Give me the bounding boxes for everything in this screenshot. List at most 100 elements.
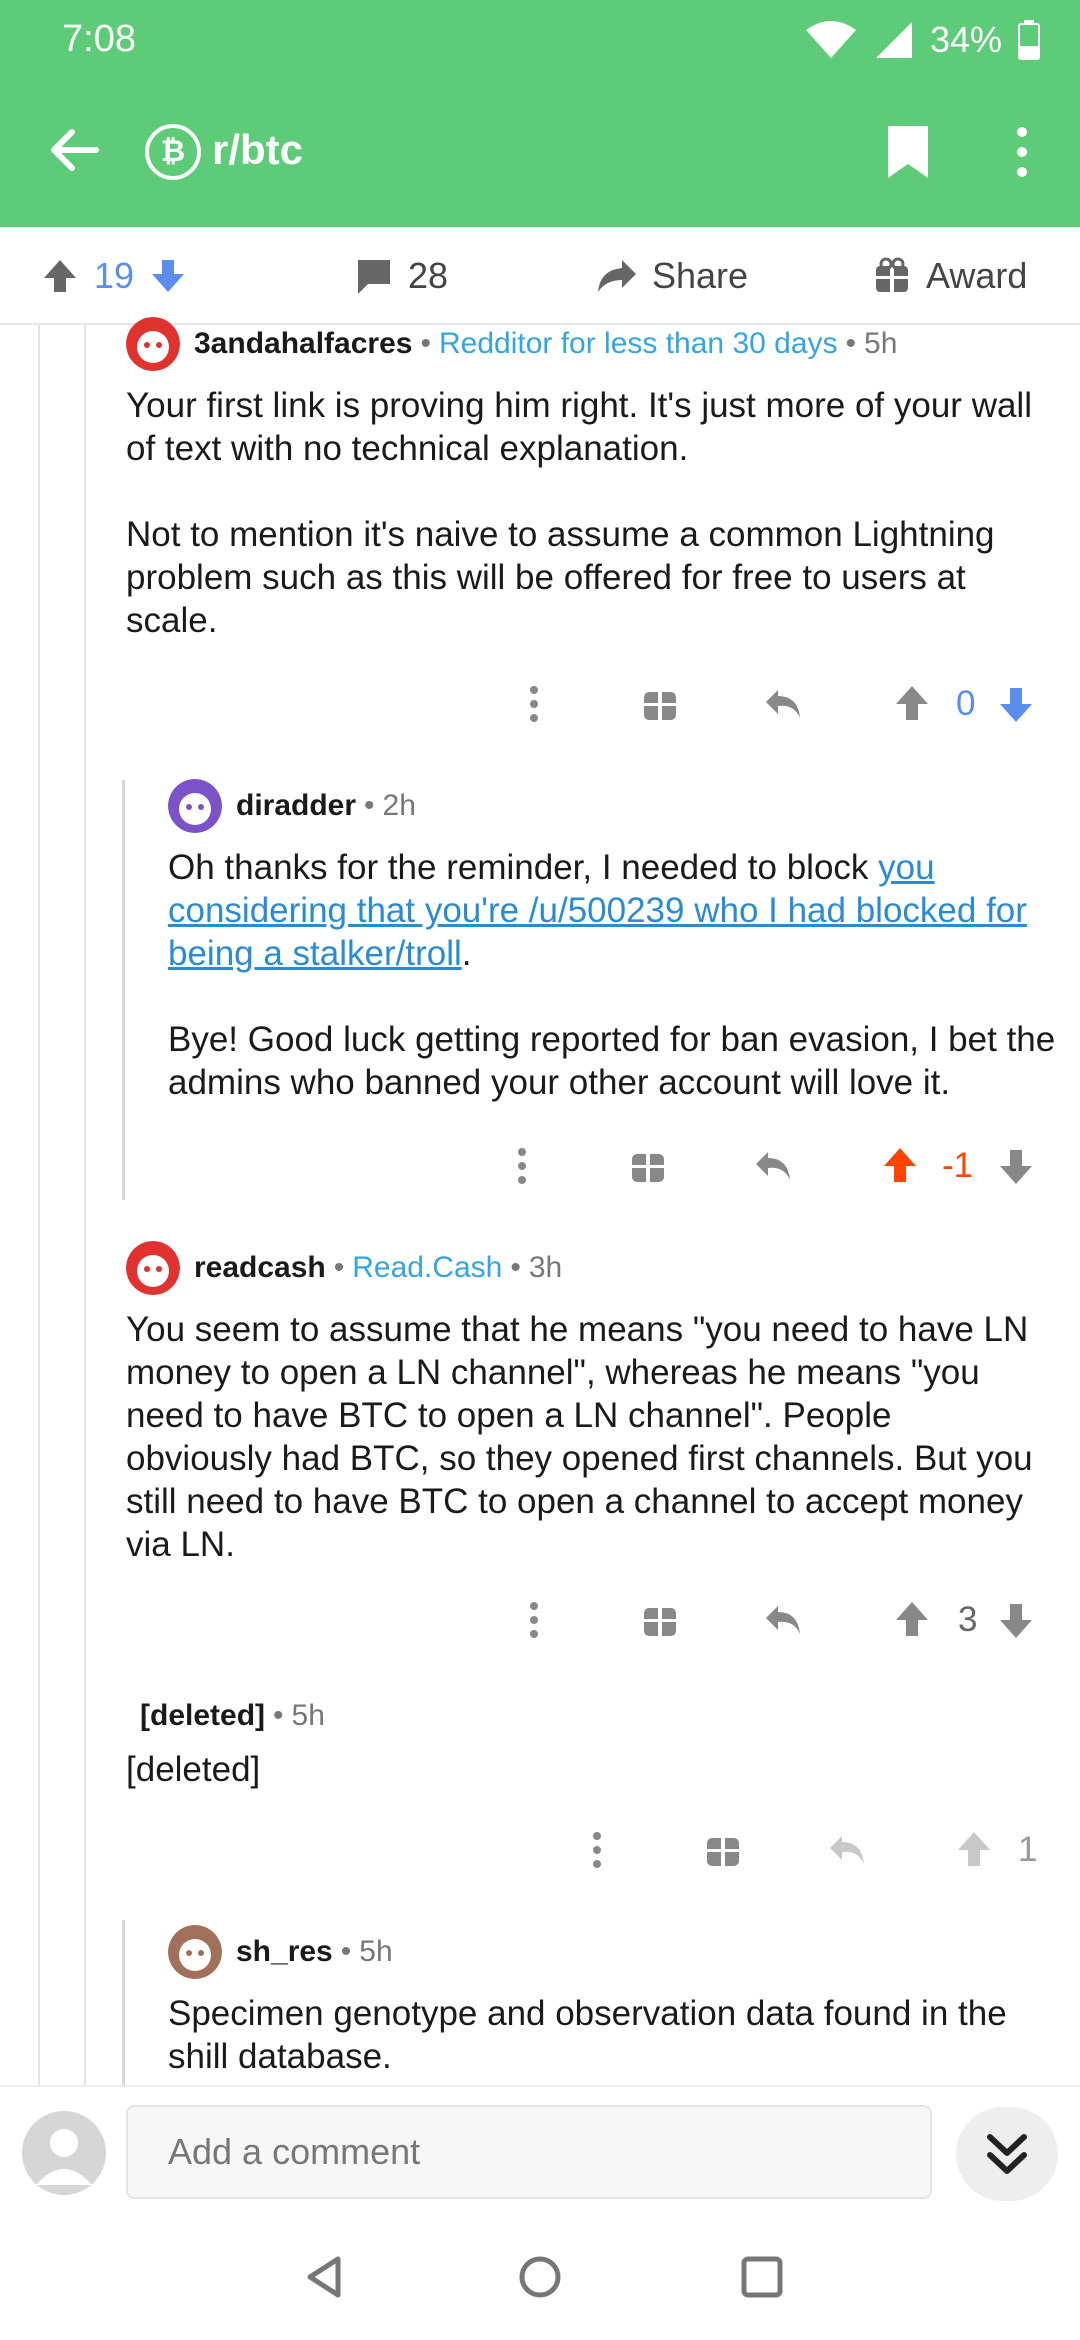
more-options-icon[interactable] bbox=[1006, 122, 1038, 182]
snoo-avatar[interactable] bbox=[168, 779, 222, 833]
comment-body: [deleted] bbox=[126, 1748, 1046, 1791]
comment-header: readcash • Read.Cash • 3h bbox=[126, 1240, 1046, 1296]
comment-author[interactable]: readcash bbox=[194, 1251, 326, 1285]
upvote-icon[interactable] bbox=[894, 674, 930, 734]
user-flair: Redditor for less than 30 days bbox=[438, 327, 838, 360]
snoo-avatar[interactable] bbox=[168, 1925, 222, 1979]
subreddit-title[interactable]: r/btc bbox=[212, 126, 303, 174]
comment-paragraph: Oh thanks for the reminder, I needed to … bbox=[168, 846, 1068, 975]
downvote-icon[interactable] bbox=[998, 1590, 1034, 1650]
gift-icon[interactable] bbox=[630, 1136, 666, 1196]
comment-actions: 0 bbox=[500, 674, 1060, 734]
gift-icon bbox=[876, 257, 908, 292]
comment-age: 3h bbox=[528, 1251, 563, 1284]
double-chevron-down-icon bbox=[987, 2134, 1027, 2174]
comment-paragraph: [deleted] bbox=[126, 1750, 261, 1789]
upvote-icon[interactable] bbox=[894, 1590, 930, 1650]
collapse-button[interactable] bbox=[956, 2107, 1058, 2201]
comment-body: Oh thanks for the reminder, I needed to … bbox=[168, 846, 1068, 1104]
more-options-icon[interactable] bbox=[514, 1136, 530, 1196]
thread-line bbox=[84, 325, 86, 2085]
comment-header: [deleted] • 5h bbox=[126, 1688, 1046, 1744]
snoo-avatar[interactable] bbox=[126, 1241, 180, 1295]
comment-age: 5h bbox=[864, 327, 898, 360]
comment-paragraph: Not to mention it's naive to assume a co… bbox=[126, 515, 995, 640]
comment-author[interactable]: diradder bbox=[236, 789, 356, 823]
comment-body: Your first link is proving him right. It… bbox=[126, 384, 1046, 642]
status-icons: 34% bbox=[804, 16, 1040, 64]
comment-count: 28 bbox=[408, 255, 449, 296]
comment-author[interactable]: sh_res bbox=[236, 1935, 333, 1969]
more-options-icon[interactable] bbox=[526, 674, 542, 734]
award-button[interactable]: Award bbox=[872, 227, 1027, 325]
separator-dot: • bbox=[333, 1251, 345, 1284]
share-label: Share bbox=[652, 255, 749, 296]
comment-actions: 3 bbox=[500, 1590, 1060, 1650]
comments-button[interactable]: 28 bbox=[354, 227, 448, 325]
separator-dot: • bbox=[845, 327, 857, 360]
user-flair: Read.Cash bbox=[352, 1251, 503, 1284]
comment-paragraph: Specimen genotype and observation data f… bbox=[168, 1994, 1007, 2076]
share-icon bbox=[598, 260, 636, 292]
share-button[interactable]: Share bbox=[596, 227, 748, 325]
back-nav-icon[interactable] bbox=[292, 2245, 356, 2309]
comment-age: 5h bbox=[359, 1935, 393, 1968]
home-nav-icon[interactable] bbox=[508, 2245, 572, 2309]
child-thread-line bbox=[122, 1920, 125, 2090]
award-label: Award bbox=[926, 255, 1028, 296]
gift-icon[interactable] bbox=[642, 674, 678, 734]
gift-icon[interactable] bbox=[642, 1590, 678, 1650]
comment-paragraph: Bye! Good luck getting reported for ban … bbox=[168, 1020, 1056, 1102]
gift-icon[interactable] bbox=[705, 1820, 741, 1880]
separator-dot: • bbox=[364, 789, 375, 822]
wifi-icon bbox=[805, 21, 856, 58]
separator-dot: • bbox=[510, 1251, 521, 1284]
comment: sh_res • 5h Specimen genotype and observ… bbox=[168, 1924, 1068, 2078]
comment-age: 5h bbox=[291, 1699, 325, 1732]
downvote-icon[interactable] bbox=[148, 256, 188, 296]
snoo-avatar[interactable] bbox=[126, 317, 180, 371]
user-avatar[interactable] bbox=[22, 2111, 106, 2195]
comment: readcash • Read.Cash • 3h You seem to as… bbox=[126, 1240, 1046, 1566]
comment-score: 1 bbox=[1018, 1830, 1038, 1869]
comment-paragraph: You seem to assume that he means "you ne… bbox=[126, 1310, 1033, 1564]
comment-header: diradder • 2h bbox=[168, 778, 1068, 834]
status-time: 7:08 bbox=[62, 18, 136, 60]
child-thread-line bbox=[122, 780, 125, 1200]
downvote-icon[interactable] bbox=[998, 674, 1034, 734]
more-options-icon[interactable] bbox=[526, 1590, 542, 1650]
comment: [deleted] • 5h [deleted] bbox=[126, 1688, 1046, 1791]
reply-icon[interactable] bbox=[764, 674, 804, 734]
downvote-icon[interactable] bbox=[998, 1136, 1034, 1196]
thread-line bbox=[38, 325, 40, 2085]
comment-text: . bbox=[461, 934, 472, 973]
add-comment-input[interactable]: Add a comment bbox=[126, 2105, 932, 2199]
reply-icon[interactable] bbox=[764, 1590, 804, 1650]
signal-icon bbox=[875, 22, 912, 58]
comment-age: 2h bbox=[382, 789, 416, 822]
upvote-icon[interactable] bbox=[882, 1136, 918, 1196]
upvote-icon bbox=[958, 1832, 990, 1866]
comment-icon bbox=[358, 260, 390, 294]
comment-header: 3andahalfacres • Redditor for less than … bbox=[126, 316, 1046, 372]
recents-nav-icon[interactable] bbox=[730, 2245, 794, 2309]
reply-icon[interactable] bbox=[754, 1136, 794, 1196]
comment-body: Specimen genotype and observation data f… bbox=[168, 1992, 1068, 2078]
comment: diradder • 2h Oh thanks for the reminder… bbox=[168, 778, 1068, 1104]
upvote-icon[interactable] bbox=[40, 256, 80, 296]
vote-count: 19 bbox=[94, 255, 135, 296]
comment-actions: 1 bbox=[560, 1820, 1060, 1880]
back-arrow-icon[interactable] bbox=[44, 120, 104, 180]
separator-dot: • bbox=[420, 327, 431, 360]
separator-dot: • bbox=[273, 1699, 284, 1732]
bookmark-icon[interactable] bbox=[886, 124, 930, 180]
reply-icon bbox=[830, 1836, 864, 1864]
bitcoin-icon: ₿ bbox=[145, 124, 201, 180]
user-icon bbox=[36, 2129, 92, 2185]
more-options-icon[interactable] bbox=[589, 1820, 605, 1880]
post-action-bar: 19 28 Share Award bbox=[0, 227, 1080, 325]
comment-author[interactable]: 3andahalfacres bbox=[194, 327, 412, 361]
comment-score: 3 bbox=[958, 1600, 978, 1639]
comment-score: 0 bbox=[956, 684, 976, 723]
comment-header: sh_res • 5h bbox=[168, 1924, 1068, 1980]
